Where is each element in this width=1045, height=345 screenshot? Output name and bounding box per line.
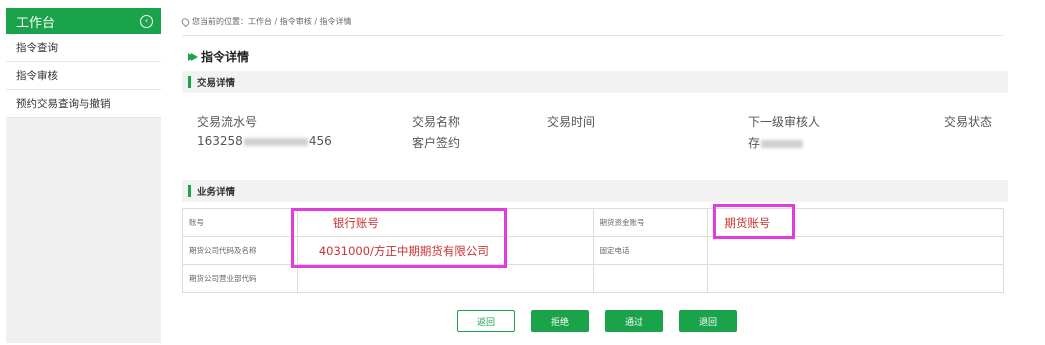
business-section-header: 业务详情 (182, 180, 1008, 202)
location-pin-icon (180, 16, 191, 27)
next-reviewer-header: 下一级审核人 (748, 115, 821, 129)
divider (182, 35, 1004, 36)
table-value (707, 236, 1004, 265)
table-label: 期货资金账号 (592, 208, 709, 237)
section-marker (188, 185, 191, 197)
redacted-block (243, 137, 308, 146)
serial-number-prefix: 163258 (197, 134, 243, 148)
transaction-time-header: 交易时间 (547, 115, 596, 129)
sidebar-item-instruction-query[interactable]: 指令查询 (6, 34, 161, 62)
sidebar: 工作台 ‹ 指令查询 指令审核 预约交易查询与撤销 (6, 8, 161, 343)
page-title: 指令详情 (188, 48, 249, 65)
breadcrumb-text: 您当前的位置：工作台 / 指令审核 / 指令详情 (192, 17, 352, 26)
table-label: 期货公司代码及名称 (182, 236, 298, 265)
serial-number-value: 163258 456 (197, 134, 332, 148)
next-reviewer-value: 存 (748, 134, 804, 151)
serial-number-suffix: 456 (308, 134, 332, 148)
page-title-text: 指令详情 (201, 50, 250, 64)
transaction-status-header: 交易状态 (944, 115, 993, 129)
redacted-block (761, 139, 804, 148)
serial-number-header: 交易流水号 (197, 115, 258, 129)
section-marker (188, 76, 191, 88)
return-button[interactable]: 退回 (679, 310, 737, 332)
highlight-box (713, 204, 795, 239)
transaction-section-title: 交易详情 (197, 78, 236, 89)
collapse-icon[interactable]: ‹ (140, 14, 153, 28)
table-label: 期货公司营业部代码 (182, 264, 298, 293)
highlight-box (291, 208, 507, 268)
table-label: 账号 (182, 208, 298, 237)
back-button[interactable]: 返回 (457, 310, 515, 332)
transaction-name-value: 客户签约 (412, 136, 461, 150)
sidebar-title: 工作台 (16, 15, 56, 31)
table-label: 固定电话 (592, 236, 709, 265)
sidebar-item-instruction-review[interactable]: 指令审核 (6, 62, 161, 90)
transaction-name-header: 交易名称 (412, 115, 461, 129)
table-row: 期货公司营业部代码 (182, 264, 1004, 293)
transaction-section-header: 交易详情 (182, 71, 1008, 93)
main-content: 您当前的位置：工作台 / 指令审核 / 指令详情 指令详情 交易详情 交易流水号… (172, 8, 1018, 343)
breadcrumb: 您当前的位置：工作台 / 指令审核 / 指令详情 (180, 16, 352, 27)
action-buttons: 返回 拒绝 通过 退回 (457, 310, 737, 332)
table-label (592, 264, 709, 293)
approve-button[interactable]: 通过 (605, 310, 663, 332)
double-arrow-icon (188, 52, 198, 61)
sidebar-header: 工作台 ‹ (6, 8, 161, 34)
sidebar-item-reservation-query[interactable]: 预约交易查询与撤销 (6, 90, 161, 118)
reviewer-prefix: 存 (748, 136, 761, 150)
reject-button[interactable]: 拒绝 (531, 310, 589, 332)
business-section-title: 业务详情 (197, 187, 236, 198)
table-value (296, 264, 594, 293)
table-value (707, 264, 1004, 293)
